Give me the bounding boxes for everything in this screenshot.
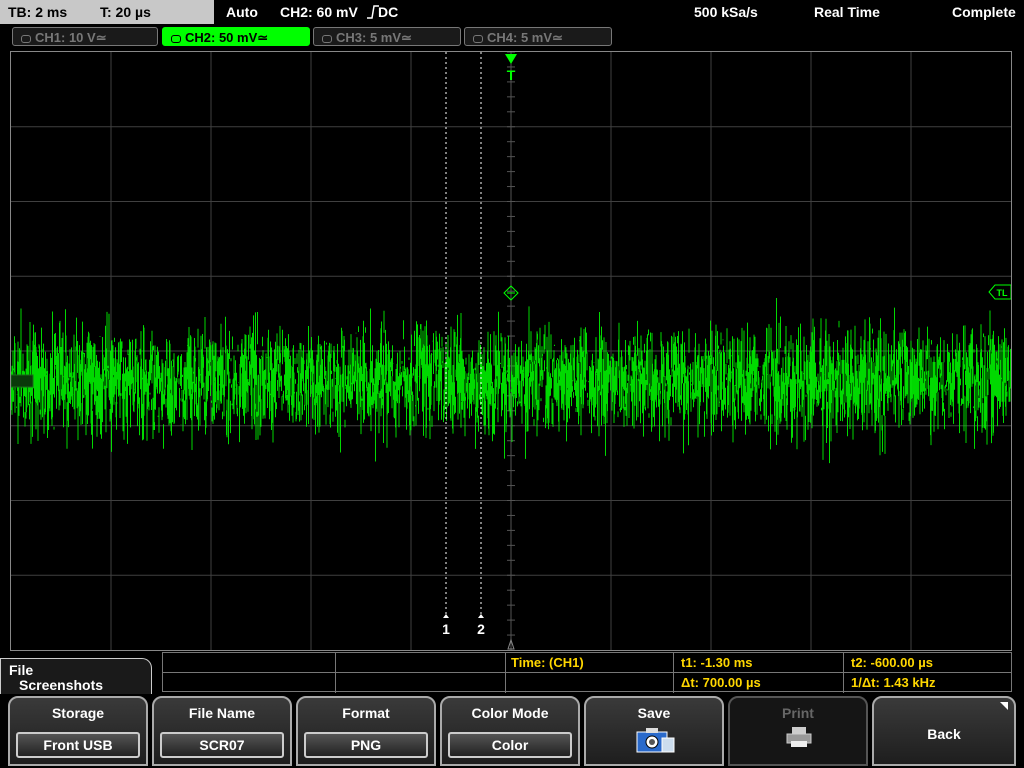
- coupling-ac-icon: ≃: [257, 30, 269, 45]
- coupling-ac-icon: ≃: [552, 30, 563, 45]
- cursor-measurement-panel: Time: (CH1) t1: -1.30 ms t2: -600.00 µs …: [162, 652, 1012, 693]
- trigger-mode[interactable]: Auto: [226, 0, 258, 24]
- coupling-ac-icon: ≃: [401, 30, 412, 45]
- back-label: Back: [927, 726, 961, 742]
- waveform-display[interactable]: 1 2 T TL: [10, 51, 1012, 651]
- measurement-title: Time: (CH1): [511, 655, 584, 670]
- save-label: Save: [637, 705, 671, 721]
- trigger-level-marker[interactable]: TL: [988, 284, 1011, 300]
- filename-softkey[interactable]: File Name SCR07: [152, 696, 292, 766]
- format-label: Format: [342, 705, 390, 721]
- sample-rate: 500 kSa/s: [694, 4, 758, 20]
- trigger-time-value: T: 20 µs: [100, 4, 151, 20]
- ch2-label: CH2: 50 mV: [185, 30, 258, 45]
- ch2-ground-marker[interactable]: [11, 374, 34, 388]
- storage-softkey[interactable]: Storage Front USB: [8, 696, 148, 766]
- format-softkey[interactable]: Format PNG: [296, 696, 436, 766]
- menu-path-line1: File: [9, 662, 34, 678]
- format-value[interactable]: PNG: [304, 732, 428, 758]
- channel-off-icon: [322, 34, 332, 43]
- colormode-value[interactable]: Color: [448, 732, 572, 758]
- tab-ch4[interactable]: CH4: 5 mV≃: [464, 27, 612, 46]
- print-label: Print: [782, 705, 814, 721]
- softkey-bar: Storage Front USB File Name SCR07 Format…: [0, 694, 1024, 768]
- delta-t-readout: Δt: 700.00 µs: [681, 675, 761, 690]
- graticule: 1 2 T TL: [11, 52, 1011, 650]
- cursor-2-label: 2: [477, 621, 485, 637]
- storage-label: Storage: [51, 705, 105, 721]
- filename-label: File Name: [188, 705, 256, 721]
- save-button[interactable]: Save: [584, 696, 724, 766]
- menu-path-tab: File Screenshots: [0, 658, 152, 694]
- trigger-coupling: DC: [378, 4, 399, 20]
- tab-ch3[interactable]: CH3: 5 mV≃: [313, 27, 461, 46]
- trigger-position-marker[interactable]: T: [505, 54, 517, 83]
- t1-readout: t1: -1.30 ms: [681, 655, 753, 670]
- acquisition-status: Complete: [952, 4, 1016, 20]
- filename-value[interactable]: SCR07: [160, 732, 284, 758]
- channel-off-icon: [473, 34, 483, 43]
- status-bar: TB: 2 ms T: 20 µs Auto CH2: 60 mV DC 500…: [0, 0, 1024, 24]
- colormode-label: Color Mode: [471, 705, 549, 721]
- coupling-ac-icon: ≃: [95, 30, 107, 45]
- tab-ch1[interactable]: CH1: 10 V≃: [12, 27, 158, 46]
- ch3-label: CH3: 5 mV: [336, 30, 402, 45]
- inverse-delta-t-readout: 1/Δt: 1.43 kHz: [851, 675, 936, 690]
- menu-path-line2: Screenshots: [19, 677, 104, 693]
- timebase-box[interactable]: TB: 2 ms T: 20 µs: [0, 0, 214, 24]
- trigger-source[interactable]: CH2: 60 mV: [280, 0, 358, 24]
- channel-off-icon: [21, 34, 31, 43]
- channel-on-icon: [171, 34, 181, 43]
- tab-ch2[interactable]: CH2: 50 mV≃: [162, 27, 310, 46]
- ch1-label: CH1: 10 V: [35, 30, 96, 45]
- submenu-corner-icon: [1000, 702, 1008, 710]
- storage-value[interactable]: Front USB: [16, 732, 140, 758]
- channel-tabs: CH1: 10 V≃ CH2: 50 mV≃ CH3: 5 mV≃ CH4: 5…: [0, 26, 1024, 48]
- trigger-marker-label: T: [507, 67, 516, 83]
- printer-icon: [786, 726, 812, 753]
- cursor-1-label: 1: [442, 621, 450, 637]
- ch4-label: CH4: 5 mV: [487, 30, 553, 45]
- print-button[interactable]: Print: [728, 696, 868, 766]
- acquisition-mode: Real Time: [814, 4, 880, 20]
- back-button[interactable]: Back: [872, 696, 1016, 766]
- t2-readout: t2: -600.00 µs: [851, 655, 933, 670]
- camera-save-icon: [636, 726, 676, 759]
- timebase-value: TB: 2 ms: [8, 4, 68, 20]
- cursor-2[interactable]: [478, 52, 484, 618]
- trigger-level-label: TL: [997, 288, 1008, 298]
- colormode-softkey[interactable]: Color Mode Color: [440, 696, 580, 766]
